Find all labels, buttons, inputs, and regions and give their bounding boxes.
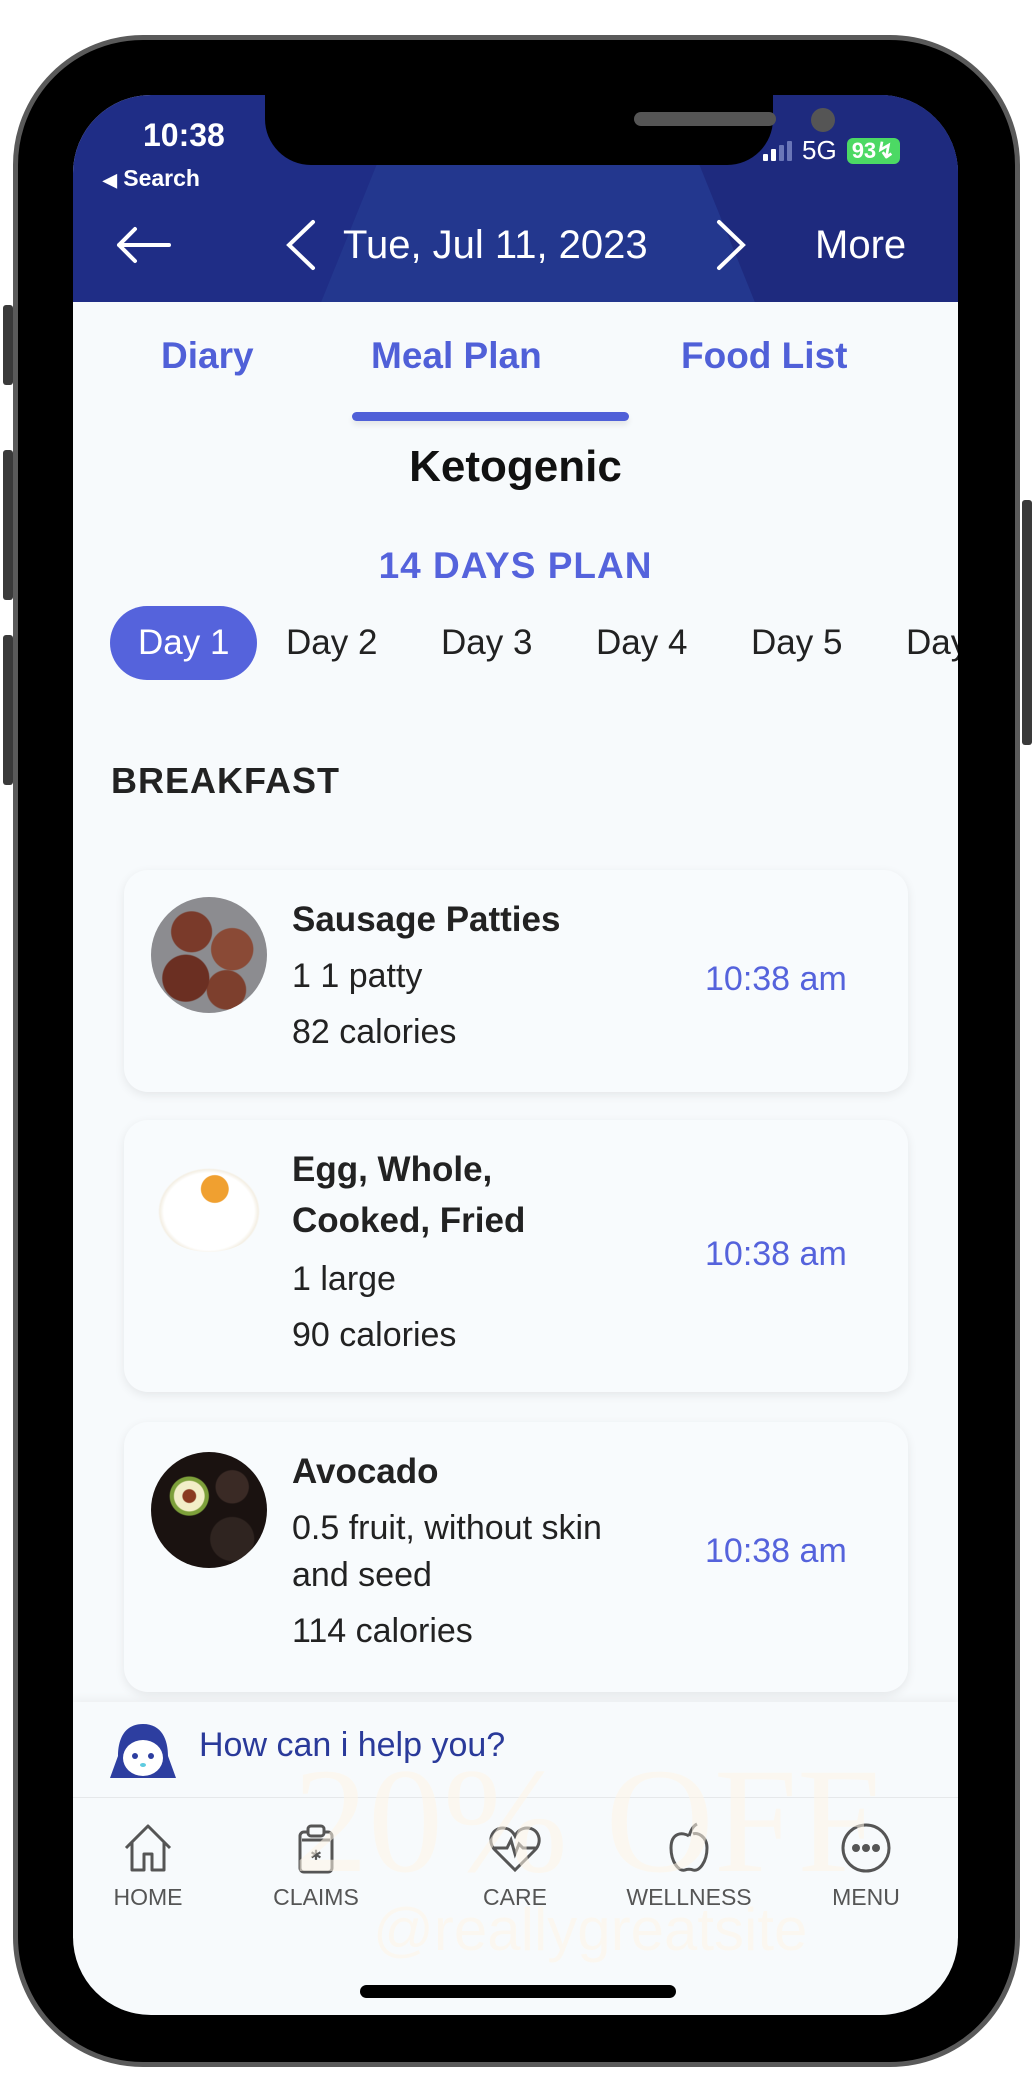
food-time: 10:38 am: [705, 1235, 847, 1273]
triangle-left-icon: ◀: [103, 170, 117, 190]
nav-care[interactable]: CARE: [440, 1820, 590, 1911]
food-serving: 1 large: [292, 1260, 396, 1298]
previous-day-icon[interactable]: [283, 219, 319, 271]
food-card[interactable]: Avocado 0.5 fruit, without skin and seed…: [124, 1422, 908, 1692]
food-name: Avocado: [292, 1452, 439, 1491]
app-screen: 10:38 ◀ Search 5G 93↯ Tue, Jul 11, 2023 …: [73, 95, 958, 2015]
sausage-patties-image: [151, 897, 267, 1013]
assistant-chat-bar[interactable]: How can i help you?: [73, 1702, 958, 1797]
status-indicators: 5G 93↯: [763, 135, 900, 166]
power-button: [1022, 500, 1032, 745]
food-calories: 90 calories: [292, 1316, 457, 1354]
front-camera: [811, 108, 835, 132]
tab-diary[interactable]: Diary: [161, 335, 254, 377]
date-navigation: Tue, Jul 11, 2023 More: [73, 215, 958, 275]
battery-icon: 93↯: [846, 137, 900, 164]
food-card[interactable]: Egg, Whole, Cooked, Fried 1 large 90 cal…: [124, 1120, 908, 1392]
status-time: 10:38: [143, 117, 225, 153]
network-type: 5G: [802, 135, 837, 165]
back-arrow-icon[interactable]: [113, 223, 173, 267]
device-notch: [265, 95, 835, 165]
food-calories: 114 calories: [292, 1612, 473, 1650]
plan-title: Ketogenic: [409, 442, 622, 491]
day-pill-2[interactable]: Day 2: [286, 606, 377, 680]
apple-icon: [669, 1822, 709, 1872]
plan-length: 14 DAYS PLAN: [378, 545, 653, 586]
nav-label: MENU: [832, 1884, 900, 1910]
clipboard-icon: ✱: [298, 1824, 334, 1874]
heart-pulse-icon: [489, 1826, 541, 1873]
back-to-app-link[interactable]: ◀ Search: [103, 165, 200, 192]
day-pill-4[interactable]: Day 4: [596, 606, 687, 680]
charging-icon: ↯: [876, 137, 895, 163]
assistant-avatar-icon: [110, 1724, 176, 1778]
food-serving: 1 1 patty: [292, 957, 423, 995]
food-time: 10:38 am: [705, 960, 847, 998]
food-name-line1: Egg, Whole,: [292, 1150, 493, 1189]
tab-food-list[interactable]: Food List: [681, 335, 847, 377]
fried-egg-image: [151, 1162, 267, 1252]
current-date[interactable]: Tue, Jul 11, 2023: [343, 223, 648, 268]
nav-label: CLAIMS: [273, 1884, 359, 1910]
nav-home[interactable]: HOME: [73, 1820, 223, 1911]
mute-switch: [3, 305, 13, 385]
food-time: 10:38 am: [705, 1532, 847, 1570]
svg-text:✱: ✱: [310, 1847, 322, 1863]
food-card[interactable]: Sausage Patties 1 1 patty 82 calories 10…: [124, 870, 908, 1092]
volume-down-button: [3, 635, 13, 785]
food-serving-line1: 0.5 fruit, without skin: [292, 1509, 602, 1547]
nav-menu[interactable]: MENU: [791, 1820, 941, 1911]
day-selector[interactable]: Day 1 Day 2 Day 3 Day 4 Day 5 Day 6: [110, 606, 958, 680]
next-day-icon[interactable]: [713, 219, 749, 271]
food-serving-line2: and seed: [292, 1556, 432, 1594]
tab-meal-plan[interactable]: Meal Plan: [371, 335, 542, 377]
nav-wellness[interactable]: WELLNESS: [614, 1820, 764, 1911]
meal-section-title: BREAKFAST: [111, 760, 341, 801]
day-pill-5[interactable]: Day 5: [751, 606, 842, 680]
more-circle-icon: [841, 1823, 891, 1873]
food-name-line2: Cooked, Fried: [292, 1201, 526, 1240]
day-pill-3[interactable]: Day 3: [441, 606, 532, 680]
speaker-grille: [634, 112, 776, 126]
nav-label: HOME: [113, 1884, 183, 1910]
volume-up-button: [3, 450, 13, 600]
avocado-image: [151, 1452, 267, 1568]
home-icon: [124, 1824, 172, 1872]
nav-label: CARE: [483, 1884, 547, 1910]
active-tab-indicator: [352, 412, 629, 421]
more-button[interactable]: More: [815, 223, 906, 268]
back-app-label: Search: [123, 165, 200, 191]
bottom-navigation: HOME ✱ CLAIMS CARE WELLNESS MENU: [73, 1797, 958, 1938]
food-calories: 82 calories: [292, 1013, 457, 1051]
battery-level: 93: [851, 137, 877, 163]
day-pill-6[interactable]: Day 6: [906, 606, 958, 680]
home-indicator[interactable]: [360, 1985, 676, 1998]
assistant-prompt[interactable]: How can i help you?: [199, 1726, 505, 1765]
signal-icon: [763, 140, 792, 161]
day-pill-1[interactable]: Day 1: [110, 606, 258, 680]
nav-label: WELLNESS: [626, 1884, 752, 1910]
tab-bar: Diary Meal Plan Food List: [73, 335, 958, 395]
food-name: Sausage Patties: [292, 900, 561, 939]
nav-claims[interactable]: ✱ CLAIMS: [241, 1820, 391, 1911]
